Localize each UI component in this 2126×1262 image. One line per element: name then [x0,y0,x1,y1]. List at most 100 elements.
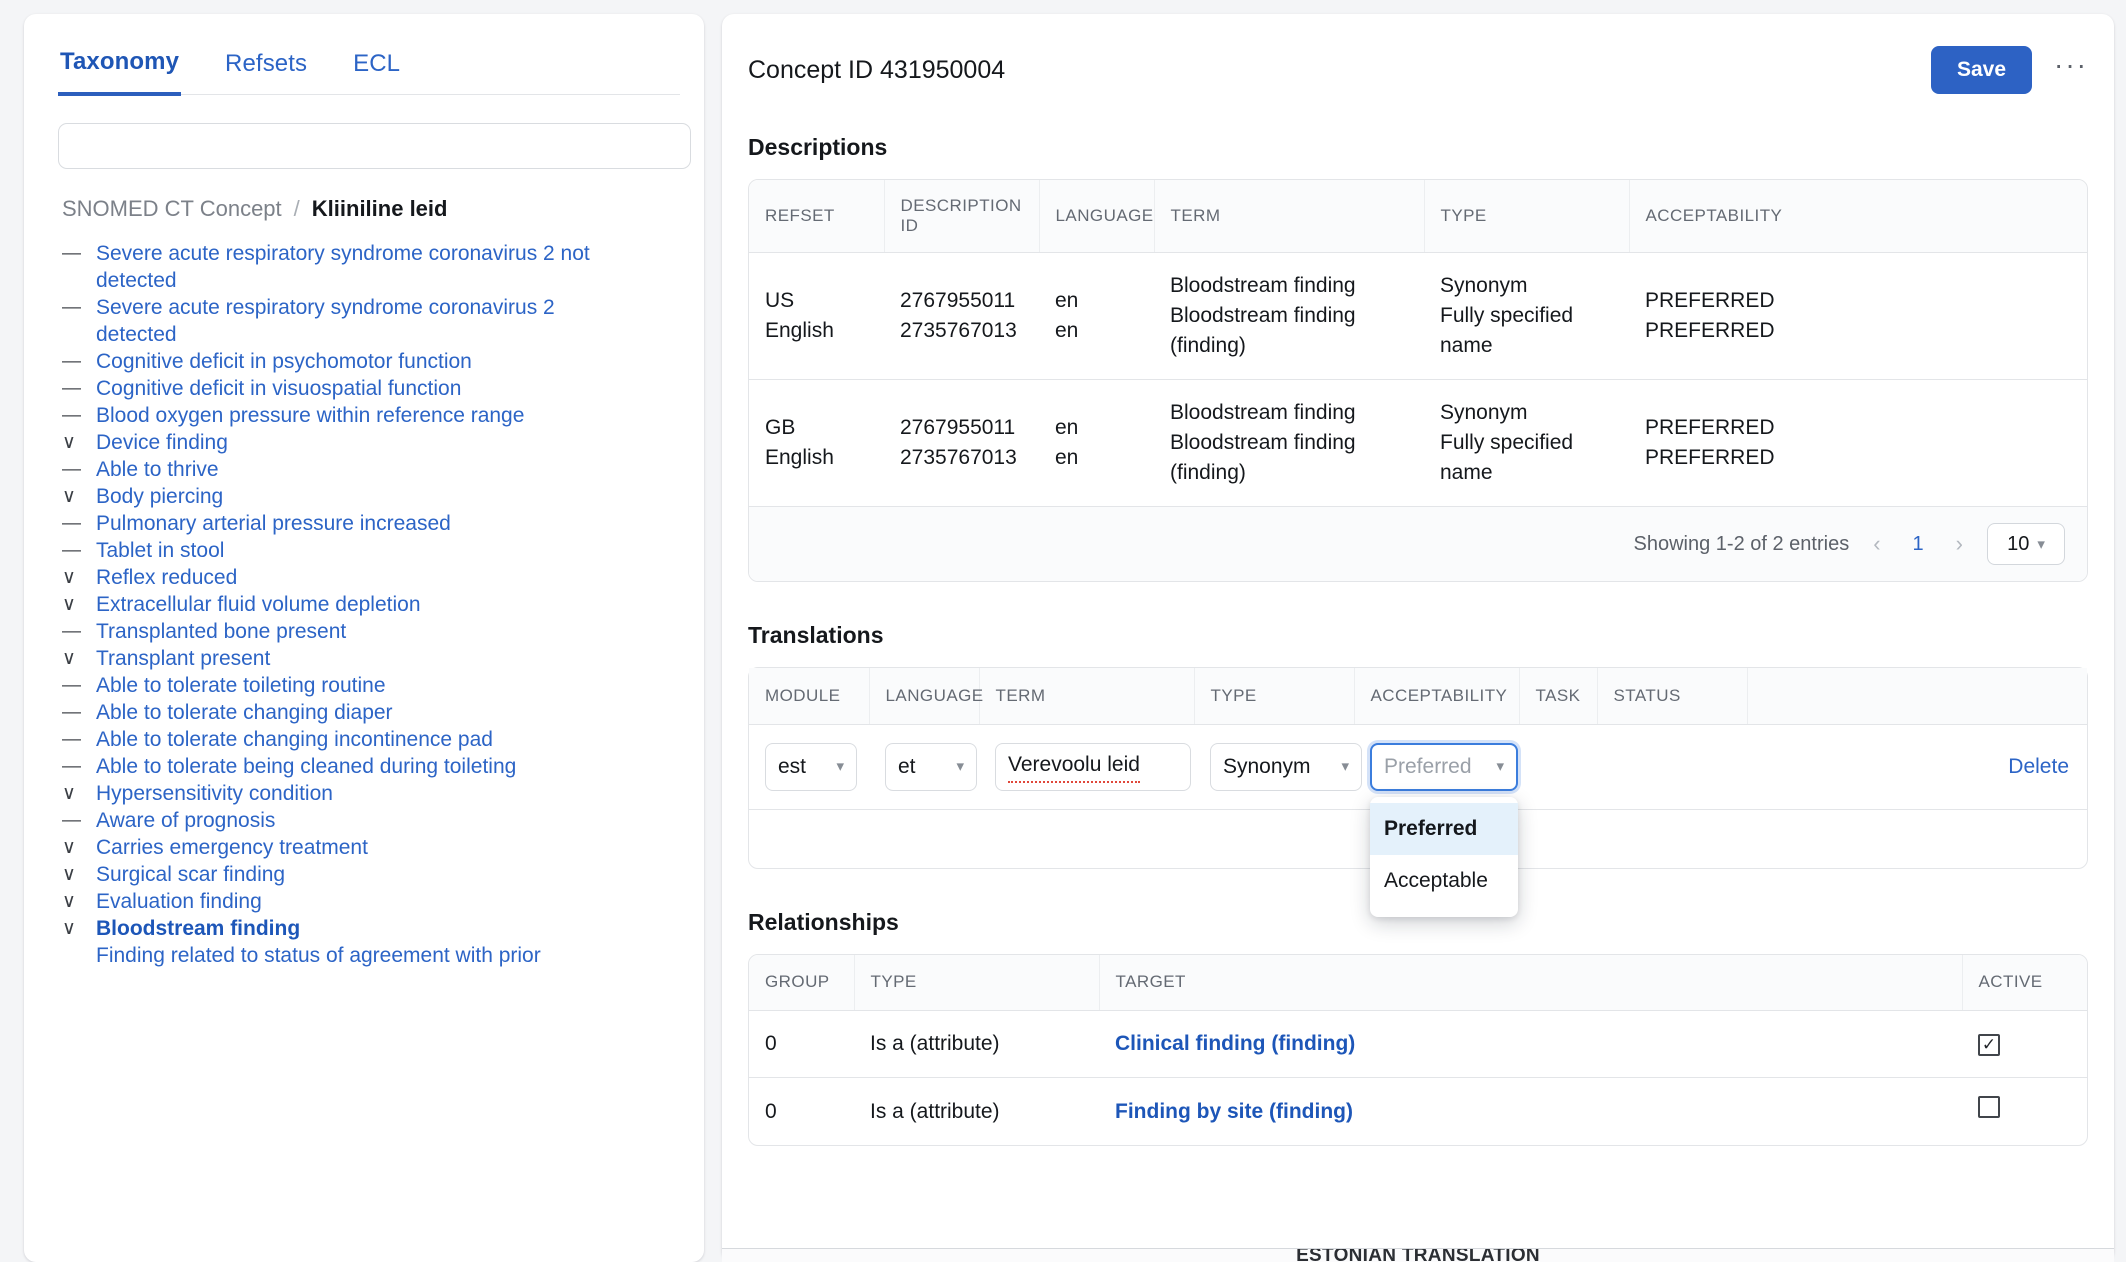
tree-item-label[interactable]: Tablet in stool [96,537,224,564]
dash-icon[interactable]: — [62,618,84,645]
tree-item-label[interactable]: Blood oxygen pressure within reference r… [96,402,524,429]
tree-item-label[interactable]: Bloodstream finding [96,915,300,942]
term-input[interactable]: Verevoolu leid [995,742,1191,791]
tree-item-label[interactable]: Hypersensitivity condition [96,780,333,807]
tree-item-label[interactable]: Able to tolerate toileting routine [96,672,386,699]
dash-icon[interactable]: — [62,699,84,726]
tree-item[interactable]: — Cognitive deficit in visuospatial funct… [62,375,680,402]
dash-icon[interactable]: — [62,537,84,564]
tree-item[interactable]: — Blood oxygen pressure within reference … [62,402,680,429]
tree-item-label[interactable]: Severe acute respiratory syndrome corona… [96,240,636,294]
tree-item[interactable]: ∨ Extracellular fluid volume depletion [62,591,680,618]
tree-item-label[interactable]: Able to tolerate changing incontinence p… [96,726,493,753]
dash-icon[interactable]: — [62,726,84,753]
chevron-down-icon[interactable]: ∨ [62,645,84,672]
dash-icon[interactable]: — [62,807,84,834]
next-page-icon[interactable]: › [1950,531,1969,557]
dash-icon[interactable]: — [62,510,84,537]
tree-item-label[interactable]: Pulmonary arterial pressure increased [96,510,451,537]
target-link[interactable]: Finding by site (finding) [1115,1100,1353,1123]
dash-icon[interactable]: — [62,672,84,699]
tree-item[interactable]: ∨ Evaluation finding [62,888,680,915]
save-button[interactable]: Save [1930,46,2033,94]
col-status: STATUS [1597,668,1748,725]
checkbox-unchecked-icon[interactable] [1978,1096,2000,1118]
tab-taxonomy[interactable]: Taxonomy [58,40,182,96]
chevron-down-icon[interactable]: ∨ [62,591,84,618]
type-select[interactable]: Synonym ▾ [1210,742,1362,791]
tree-item[interactable]: — Tablet in stool [62,537,680,564]
type-cell-line: Fully specified [1440,431,1574,454]
tree-item[interactable]: — Cognitive deficit in psychomotor functi… [62,348,680,375]
tree-item-label[interactable]: Aware of prognosis [96,807,275,834]
dash-icon[interactable]: — [62,294,84,321]
tree-item-label[interactable]: Surgical scar finding [96,861,285,888]
checkbox-checked-icon[interactable]: ✓ [1978,1033,2000,1056]
tree-item-label[interactable]: Able to tolerate changing diaper [96,699,393,726]
prev-page-icon[interactable]: ‹ [1867,531,1886,557]
tree-item[interactable]: — Severe acute respiratory syndrome coron… [62,294,680,348]
acceptability-select[interactable]: Preferred ▾ Preferred Acceptable [1370,742,1518,917]
module-select[interactable]: est ▾ [765,742,857,791]
chevron-down-icon[interactable]: ∨ [62,780,84,807]
dash-icon[interactable]: — [62,240,84,267]
chevron-down-icon[interactable]: ∨ [62,429,84,456]
more-options-icon[interactable]: ··· [2054,51,2088,82]
tab-refsets[interactable]: Refsets [223,42,309,94]
tree-item[interactable]: — Able to thrive [62,456,680,483]
tree-item-label[interactable]: Severe acute respiratory syndrome corona… [96,294,636,348]
tree-item-label[interactable]: Transplanted bone present [96,618,346,645]
tree-item-label[interactable]: Cognitive deficit in psychomotor functio… [96,348,472,375]
tree-item[interactable]: — Able to tolerate being cleaned during t… [62,753,680,780]
tree-item-label[interactable]: Carries emergency treatment [96,834,368,861]
delete-translation-button[interactable]: Delete [2008,755,2069,778]
chevron-down-icon[interactable]: ∨ [62,861,84,888]
dash-icon[interactable]: — [62,402,84,429]
tree-item-label[interactable]: Body piercing [96,483,223,510]
tree-item[interactable]: ∨ Body piercing [62,483,680,510]
dropdown-option-preferred[interactable]: Preferred [1370,802,1518,855]
tree-item[interactable]: ∨ Hypersensitivity condition [62,780,680,807]
tree-item[interactable]: ∨ Surgical scar finding [62,861,680,888]
breadcrumb-root[interactable]: SNOMED CT Concept [62,196,282,222]
tree-item[interactable]: — Able to tolerate changing diaper [62,699,680,726]
tree-item-label[interactable]: Cognitive deficit in visuospatial functi… [96,375,461,402]
chevron-down-icon[interactable]: ∨ [62,915,84,942]
tree-item[interactable]: — Severe acute respiratory syndrome coron… [62,240,680,294]
tree-item-label[interactable]: Transplant present [96,645,270,672]
tree-item[interactable]: ∨ Reflex reduced [62,564,680,591]
language-select[interactable]: et ▾ [885,742,977,791]
chevron-down-icon[interactable]: ∨ [62,834,84,861]
tab-ecl[interactable]: ECL [351,42,402,94]
search-input[interactable] [58,123,691,169]
tree-item-label[interactable]: Able to thrive [96,456,219,483]
chevron-down-icon[interactable]: ∨ [62,483,84,510]
tree-item[interactable]: Finding related to status of agreement w… [62,942,680,969]
page-number-1[interactable]: 1 [1905,533,1932,556]
tree-item[interactable]: — Able to tolerate changing incontinence … [62,726,680,753]
tree-item-label[interactable]: Reflex reduced [96,564,237,591]
page-size-select[interactable]: 10 ▾ [1987,523,2065,565]
tree-item[interactable]: ∨ Device finding [62,429,680,456]
tree-item[interactable]: ∨ Bloodstream finding [62,915,680,942]
tree-item[interactable]: ∨ Transplant present [62,645,680,672]
tree-item-label[interactable]: Evaluation finding [96,888,262,915]
dropdown-option-acceptable[interactable]: Acceptable [1370,855,1518,907]
tree-item-label[interactable]: Device finding [96,429,228,456]
app-root: Taxonomy Refsets ECL SNOMED CT Concept /… [0,0,2126,1262]
target-link[interactable]: Clinical finding (finding) [1115,1032,1355,1055]
tree-item[interactable]: — Transplanted bone present [62,618,680,645]
tree-item-label[interactable]: Extracellular fluid volume depletion [96,591,421,618]
dash-icon[interactable]: — [62,348,84,375]
tree-item[interactable]: — Aware of prognosis [62,807,680,834]
chevron-down-icon[interactable]: ∨ [62,564,84,591]
dash-icon[interactable]: — [62,753,84,780]
tree-item[interactable]: ∨ Carries emergency treatment [62,834,680,861]
chevron-down-icon[interactable]: ∨ [62,888,84,915]
tree-item[interactable]: — Able to tolerate toileting routine [62,672,680,699]
dash-icon[interactable]: — [62,456,84,483]
tree-item[interactable]: — Pulmonary arterial pressure increased [62,510,680,537]
dash-icon[interactable]: — [62,375,84,402]
tree-item-label[interactable]: Able to tolerate being cleaned during to… [96,753,516,780]
tree-item-label[interactable]: Finding related to status of agreement w… [96,942,541,969]
